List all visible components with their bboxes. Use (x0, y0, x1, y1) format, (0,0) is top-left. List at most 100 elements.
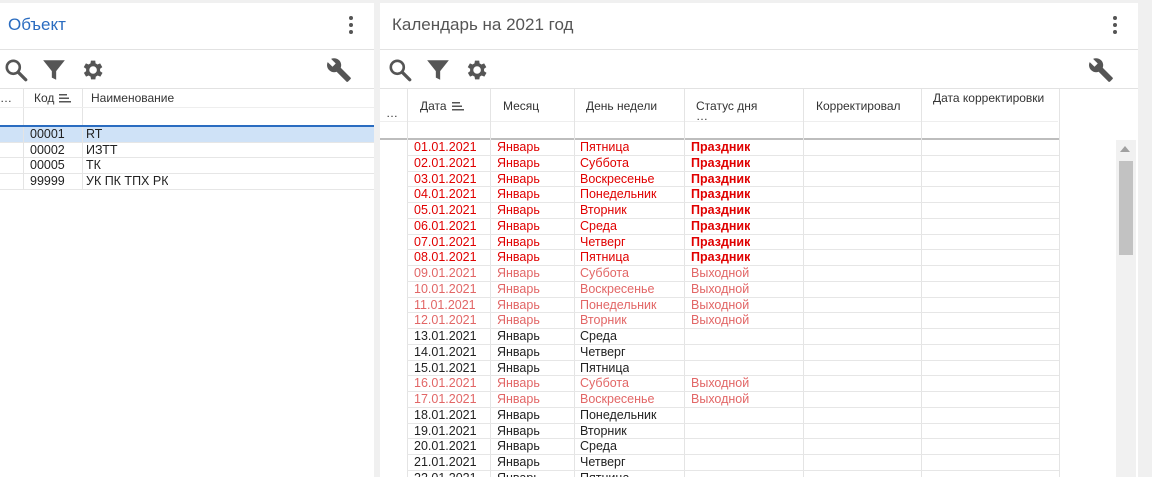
status-cell: Праздник (691, 187, 751, 202)
vertical-scrollbar[interactable] (1116, 140, 1136, 477)
month-cell: Январь (497, 297, 540, 312)
scroll-up-arrow-icon[interactable] (1120, 146, 1130, 152)
divider (0, 88, 374, 89)
status-cell: Праздник (691, 140, 751, 154)
table-row[interactable]: 07.01.2021 Январь Четверг Праздник (380, 235, 1060, 251)
column-menu-dots[interactable]: … (0, 91, 12, 105)
month-cell: Январь (497, 250, 540, 265)
status-cell: Праздник (691, 234, 751, 249)
weekday-cell: Среда (580, 218, 617, 233)
weekday-cell: Четверг (580, 455, 626, 469)
weekday-cell: Пятница (580, 140, 630, 154)
table-row[interactable]: 11.01.2021 Январь Понедельник Выходной (380, 298, 1060, 314)
weekday-cell: Воскресенье (580, 392, 655, 406)
status-cell: Выходной (691, 297, 750, 312)
table-row[interactable]: 08.01.2021 Январь Пятница Праздник (380, 250, 1060, 266)
weekday-cell: Пятница (580, 471, 629, 477)
column-header-corrected-by[interactable]: Корректировал (816, 99, 901, 113)
weekday-cell: Пятница (580, 360, 630, 375)
wrench-icon[interactable] (326, 57, 352, 83)
search-icon[interactable] (387, 57, 413, 83)
scrollbar-thumb[interactable] (1119, 161, 1133, 255)
month-cell: Январь (497, 218, 540, 233)
month-cell: Январь (497, 187, 540, 202)
divider (380, 49, 1138, 50)
sort-icon (59, 94, 72, 103)
kebab-menu-icon[interactable] (348, 16, 354, 36)
table-row[interactable]: 05.01.2021 Январь Вторник Праздник (380, 203, 1060, 219)
month-cell: Январь (497, 203, 540, 217)
filter-icon[interactable] (41, 57, 67, 83)
list-item[interactable]: 00005 ТК (0, 158, 374, 175)
column-menu-dots[interactable]: … (386, 106, 398, 120)
list-item[interactable]: 00002 ИЗТТ (0, 142, 374, 159)
month-cell: Январь (497, 281, 540, 296)
month-cell: Январь (497, 140, 540, 154)
calendar-panel-title: Календарь на 2021 год (392, 15, 574, 34)
column-header-code[interactable]: Код (34, 91, 72, 105)
table-row[interactable]: 14.01.2021 Январь Четверг (380, 345, 1060, 361)
table-row[interactable]: 22.01.2021 Январь Пятница (380, 471, 1060, 477)
weekday-cell: Вторник (580, 203, 627, 217)
table-row[interactable]: 12.01.2021 Январь Вторник Выходной (380, 313, 1060, 329)
sort-icon (451, 102, 464, 111)
filter-icon[interactable] (425, 57, 451, 83)
weekday-cell: Вторник (580, 423, 627, 438)
status-cell: Праздник (691, 250, 751, 265)
list-item[interactable]: 99999 УК ПК ТПХ РК (0, 174, 374, 190)
table-row[interactable]: 03.01.2021 Январь Воскресенье Праздник (380, 172, 1060, 188)
table-row[interactable]: 15.01.2021 Январь Пятница (380, 361, 1060, 377)
weekday-cell: Среда (580, 439, 617, 454)
month-cell: Январь (497, 471, 540, 477)
search-icon[interactable] (3, 57, 29, 83)
column-header-corrected-date[interactable]: Дата корректировки (933, 91, 1053, 105)
table-row[interactable]: 17.01.2021 Январь Воскресенье Выходной (380, 392, 1060, 408)
date-cell: 13.01.2021 (414, 329, 477, 343)
month-cell: Январь (497, 360, 540, 375)
date-cell: 02.01.2021 (414, 155, 477, 170)
column-header-month[interactable]: Месяц (503, 99, 539, 113)
gear-icon[interactable] (79, 57, 105, 83)
table-row[interactable]: 01.01.2021 Январь Пятница Праздник (380, 140, 1060, 156)
date-cell: 01.01.2021 (414, 140, 477, 154)
status-cell: Праздник (691, 203, 751, 217)
table-row[interactable]: 10.01.2021 Январь Воскресенье Выходной (380, 282, 1060, 298)
column-header-weekday[interactable]: День недели (586, 99, 657, 113)
object-code: 00005 (30, 158, 65, 173)
date-cell: 03.01.2021 (414, 171, 477, 186)
weekday-cell: Воскресенье (580, 281, 655, 296)
table-row[interactable]: 04.01.2021 Январь Понедельник Праздник (380, 187, 1060, 203)
kebab-menu-icon[interactable] (1112, 16, 1118, 36)
month-cell: Январь (497, 155, 540, 170)
column-header-date[interactable]: Дата (420, 99, 464, 113)
date-cell: 07.01.2021 (414, 234, 477, 249)
list-item[interactable]: 00001 RT (0, 127, 374, 143)
table-row[interactable]: 16.01.2021 Январь Суббота Выходной (380, 376, 1060, 392)
wrench-icon[interactable] (1088, 57, 1114, 83)
table-row[interactable]: 20.01.2021 Январь Среда (380, 439, 1060, 455)
date-cell: 05.01.2021 (414, 203, 477, 217)
object-code: 00002 (30, 142, 65, 157)
month-cell: Январь (497, 313, 540, 328)
column-header-name[interactable]: Наименование (91, 91, 174, 105)
table-row[interactable]: 02.01.2021 Январь Суббота Праздник (380, 156, 1060, 172)
table-row[interactable]: 13.01.2021 Январь Среда (380, 329, 1060, 345)
date-cell: 04.01.2021 (414, 187, 477, 202)
object-name: ИЗТТ (86, 142, 118, 157)
status-cell: Праздник (691, 218, 751, 233)
status-cell: Праздник (691, 155, 751, 170)
table-row[interactable]: 06.01.2021 Январь Среда Праздник (380, 219, 1060, 235)
date-cell: 11.01.2021 (414, 297, 476, 312)
weekday-cell: Четверг (580, 344, 626, 359)
gear-icon[interactable] (463, 57, 489, 83)
object-name: УК ПК ТПХ РК (86, 174, 169, 189)
date-cell: 20.01.2021 (414, 439, 477, 454)
status-cell: Выходной (691, 266, 750, 280)
object-code: 99999 (30, 174, 65, 189)
table-row[interactable]: 18.01.2021 Январь Понедельник (380, 408, 1060, 424)
table-row[interactable]: 09.01.2021 Январь Суббота Выходной (380, 266, 1060, 282)
table-row[interactable]: 21.01.2021 Январь Четверг (380, 455, 1060, 471)
status-cell: Выходной (691, 281, 750, 296)
status-cell: Выходной (691, 313, 750, 328)
table-row[interactable]: 19.01.2021 Январь Вторник (380, 424, 1060, 440)
